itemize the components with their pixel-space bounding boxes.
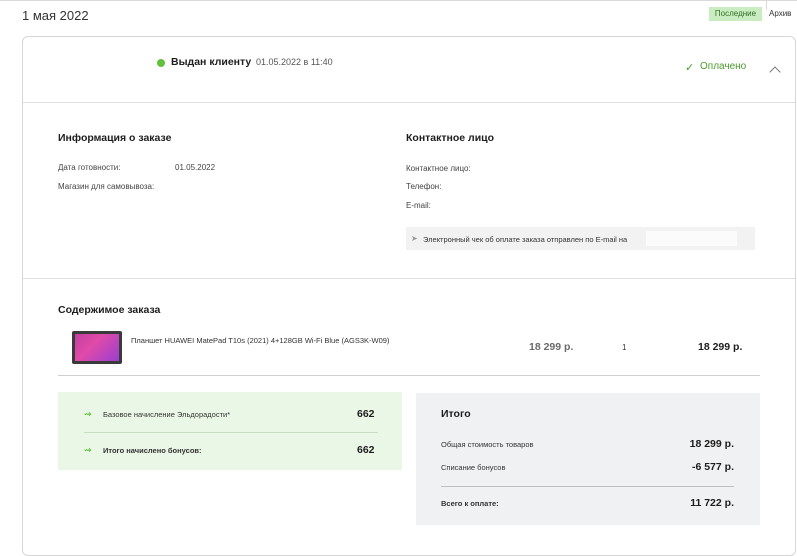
product-price: 18 299 р. [529,341,574,353]
product-name[interactable]: Планшет HUAWEI MatePad T10s (2021) 4+128… [131,336,391,346]
tab-archive[interactable]: Архив [769,7,791,21]
ready-date-value: 01.05.2022 [175,163,216,172]
product-total: 18 299 р. [698,341,743,353]
goods-total-value: 18 299 р. [689,438,734,450]
base-bonus-label: Базовое начисление Эльдорадости* [103,410,231,419]
receipt-email-redacted [646,231,737,246]
order-datetime: 01.05.2022 в 11:40 [256,57,333,67]
product-quantity: 1 [622,343,627,352]
check-icon: ✓ [685,62,695,74]
contact-person-label: Контактное лицо: [406,164,471,173]
bonus-total-icon: ⇝ [84,445,92,455]
summary-title: Итого [441,408,471,420]
base-bonus-value: 662 [357,408,375,420]
orders-date-heading: 1 мая 2022 [22,8,89,23]
bonus-panel [58,392,402,470]
send-arrow-icon: ➤ [411,234,418,243]
total-bonus-label: Итого начислено бонусов: [103,446,202,455]
bonus-writeoff-label: Списание бонусов [441,463,506,472]
section-divider [23,278,795,279]
ready-date-label: Дата готовности: [58,163,121,172]
to-pay-value: 11 722 р. [690,497,734,509]
top-border [0,0,797,1]
total-bonus-value: 662 [357,444,375,456]
summary-divider [441,486,734,487]
order-contents-title: Содержимое заказа [58,304,161,316]
tab-recent[interactable]: Последние [709,7,762,21]
bonus-divider [84,432,378,433]
product-image-screen [75,334,119,361]
payment-status: Оплачено [700,61,747,72]
email-label: E-mail: [406,201,431,210]
bonus-writeoff-value: -6 577 р. [691,461,734,473]
goods-total-label: Общая стоимость товаров [441,440,534,449]
contact-title: Контактное лицо [406,132,495,144]
to-pay-label: Всего к оплате: [441,499,499,508]
bonus-icon: ⇝ [84,409,92,419]
order-status: Выдан клиенту [171,56,252,68]
header-divider [23,102,795,103]
status-dot-icon [157,59,165,67]
top-border-divider [766,0,767,10]
contents-divider [58,375,760,376]
order-info-title: Информация о заказе [58,132,172,144]
phone-label: Телефон: [406,182,442,191]
receipt-notice-text: Электронный чек об оплате заказа отправл… [423,235,628,244]
pickup-store-label: Магазин для самовывоза: [58,182,155,191]
